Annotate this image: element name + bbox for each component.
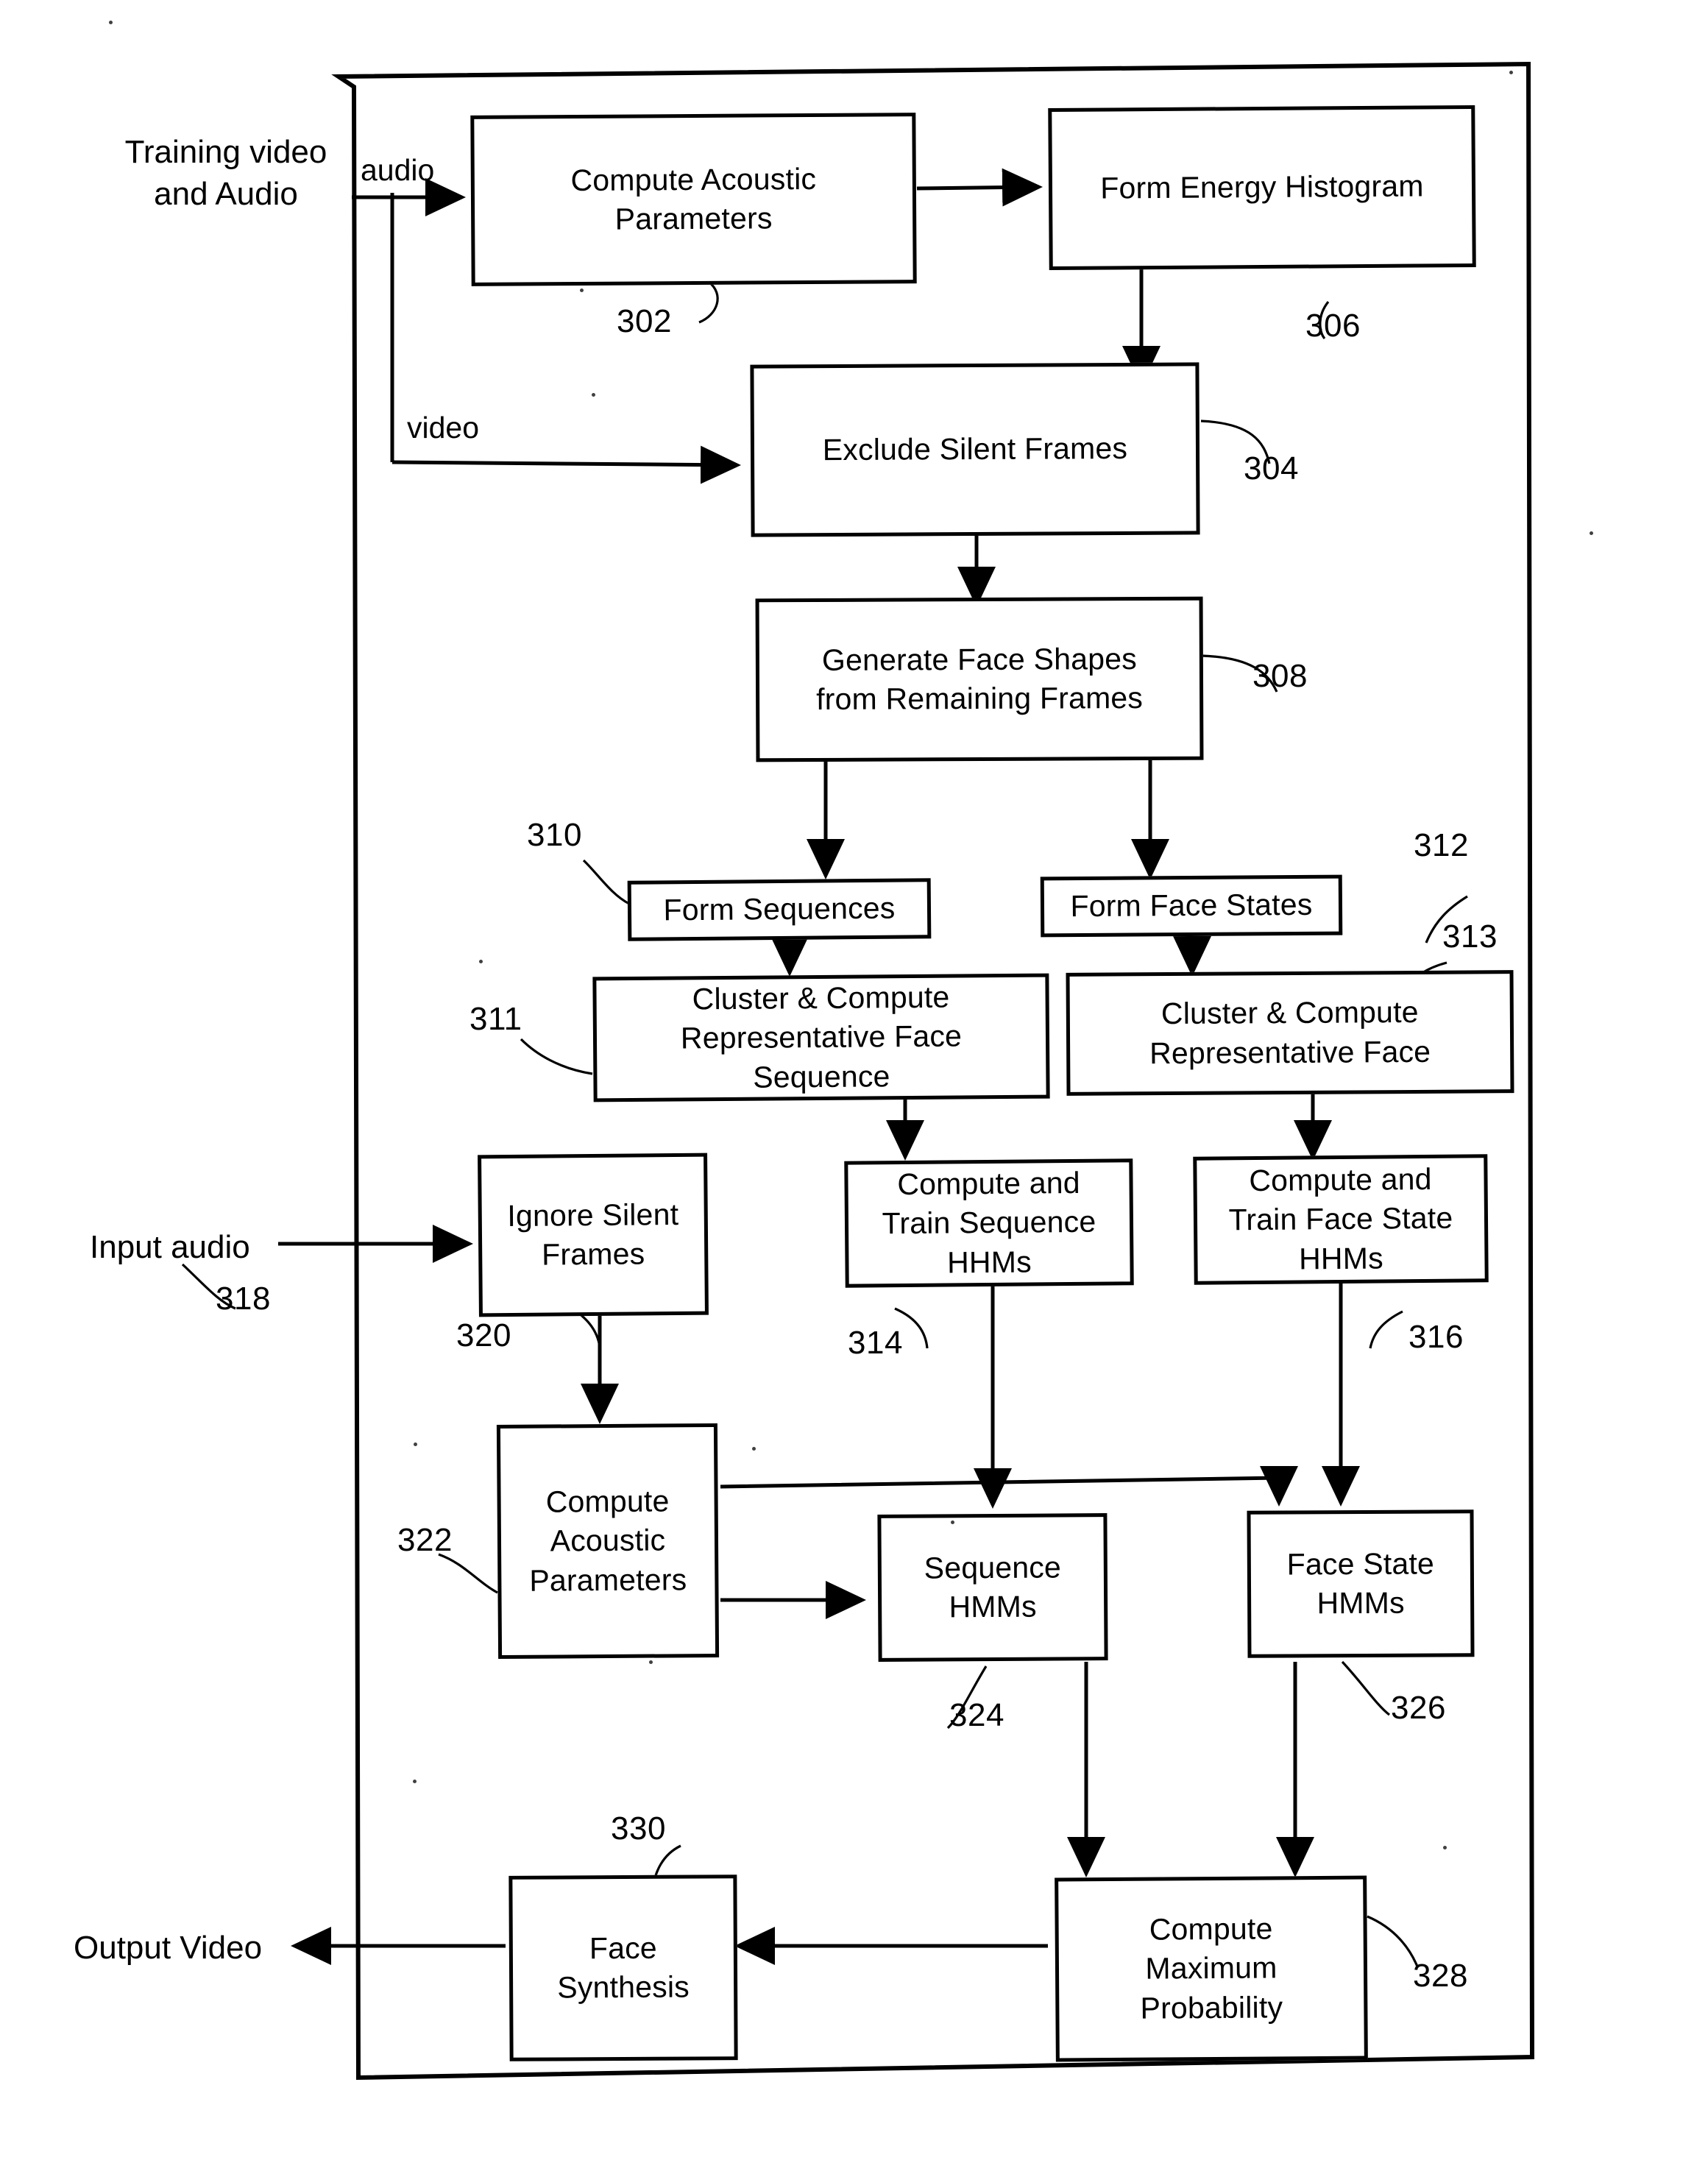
scan-speck (479, 960, 483, 963)
node-line: Synthesis (557, 1969, 690, 2005)
ref-numeral-302: 302 (617, 303, 672, 339)
training-input-line2: and Audio (154, 176, 298, 213)
node-form-energy-histogram[interactable]: Form Energy Histogram (1048, 105, 1476, 271)
ref-numeral-312: 312 (1414, 827, 1469, 863)
ref-numeral-324: 324 (949, 1697, 1004, 1733)
ref-numeral-318: 318 (216, 1281, 271, 1317)
node-line: Representative Face (1149, 1034, 1431, 1070)
edge-label-video: video (407, 411, 480, 445)
node-line: Ignore Silent (507, 1197, 679, 1233)
node-sequence-hmms[interactable]: Sequence HMMs (877, 1513, 1108, 1662)
scan-speck (1590, 531, 1593, 535)
node-line: Exclude Silent Frames (822, 431, 1128, 467)
ref-numeral-314: 314 (848, 1325, 903, 1361)
node-line: Form Energy Histogram (1100, 169, 1424, 205)
node-cluster-compute-rep-face[interactable]: Cluster & Compute Representative Face (1066, 970, 1514, 1096)
node-line: Train Sequence (882, 1205, 1096, 1241)
ref-numeral-311: 311 (469, 1001, 522, 1037)
figure-canvas: Training video and Audio Input audio Out… (0, 0, 1708, 2163)
edge-label-audio: audio (361, 153, 435, 187)
node-form-face-states[interactable]: Form Face States (1040, 874, 1343, 938)
node-line: Train Face State (1228, 1201, 1453, 1237)
node-compute-train-sequence-hhms[interactable]: Compute and Train Sequence HHMs (844, 1158, 1134, 1288)
scan-speck (1509, 71, 1513, 74)
node-line: Sequence (753, 1058, 890, 1094)
training-input-label: Training video and Audio (112, 131, 340, 215)
node-line: Representative Face (680, 1019, 963, 1055)
ref-numeral-328: 328 (1413, 1958, 1468, 1994)
node-generate-face-shapes[interactable]: Generate Face Shapes from Remaining Fram… (755, 596, 1204, 762)
node-compute-train-face-state-hhms[interactable]: Compute and Train Face State HHMs (1193, 1154, 1489, 1285)
scan-speck (592, 393, 595, 397)
node-line: Compute (1149, 1911, 1273, 1947)
output-video-label: Output Video (74, 1930, 263, 1966)
training-input-line1: Training video (124, 134, 327, 170)
node-line: Cluster & Compute (1160, 995, 1419, 1031)
ref-numeral-322: 322 (397, 1522, 453, 1558)
ref-numeral-326: 326 (1391, 1690, 1446, 1726)
ref-numeral-310: 310 (527, 817, 582, 853)
node-line: HHMs (946, 1245, 1032, 1280)
node-line: Compute Acoustic (570, 161, 817, 197)
node-compute-maximum-probability[interactable]: Compute Maximum Probability (1055, 1875, 1368, 2062)
node-line: Compute and (897, 1165, 1080, 1202)
node-compute-acoustic-parameters-input[interactable]: Compute Acoustic Parameters (496, 1423, 720, 1660)
scan-speck (580, 288, 584, 292)
node-ignore-silent-frames[interactable]: Ignore Silent Frames (478, 1153, 709, 1317)
node-line: Form Face States (1070, 888, 1313, 924)
scan-speck (752, 1447, 756, 1451)
scan-speck (413, 1780, 417, 1783)
node-line: from Remaining Frames (816, 681, 1144, 716)
node-form-sequences[interactable]: Form Sequences (627, 878, 932, 941)
scan-speck (109, 21, 113, 24)
ref-numeral-304: 304 (1244, 450, 1299, 486)
node-line: Compute and (1249, 1161, 1432, 1198)
node-compute-acoustic-parameters-train[interactable]: Compute Acoustic Parameters (470, 113, 917, 286)
node-line: HMMs (1317, 1585, 1405, 1621)
ref-numeral-330: 330 (611, 1810, 666, 1847)
node-face-synthesis[interactable]: Face Synthesis (508, 1875, 738, 2061)
node-line: Probability (1140, 1989, 1283, 2025)
node-line: HMMs (949, 1589, 1037, 1624)
node-line: Acoustic (550, 1523, 666, 1558)
ref-numeral-308: 308 (1252, 658, 1308, 694)
node-face-state-hmms[interactable]: Face State HMMs (1247, 1509, 1475, 1658)
node-line: Cluster & Compute (692, 980, 950, 1016)
node-exclude-silent-frames[interactable]: Exclude Silent Frames (750, 362, 1200, 537)
node-line: Maximum (1145, 1950, 1278, 1986)
ref-numeral-306: 306 (1305, 308, 1361, 344)
node-line: Generate Face Shapes (821, 641, 1137, 677)
node-line: Parameters (614, 201, 773, 236)
node-cluster-compute-rep-face-sequence[interactable]: Cluster & Compute Representative Face Se… (592, 973, 1050, 1102)
node-line: Face State (1286, 1546, 1435, 1582)
ref-numeral-313: 313 (1442, 918, 1498, 955)
input-audio-label: Input audio (90, 1229, 250, 1265)
ref-numeral-320: 320 (456, 1317, 511, 1353)
node-line: Sequence (924, 1550, 1062, 1585)
scan-speck (951, 1521, 954, 1524)
scan-speck (1443, 1846, 1447, 1849)
node-line: HHMs (1298, 1241, 1383, 1276)
node-line: Compute (545, 1484, 670, 1519)
node-line: Form Sequences (663, 891, 896, 927)
node-line: Parameters (529, 1562, 687, 1598)
scan-speck (414, 1442, 417, 1446)
scan-speck (649, 1660, 653, 1664)
ref-numeral-316: 316 (1408, 1319, 1464, 1355)
node-line: Frames (541, 1236, 645, 1272)
node-line: Face (589, 1930, 657, 1965)
